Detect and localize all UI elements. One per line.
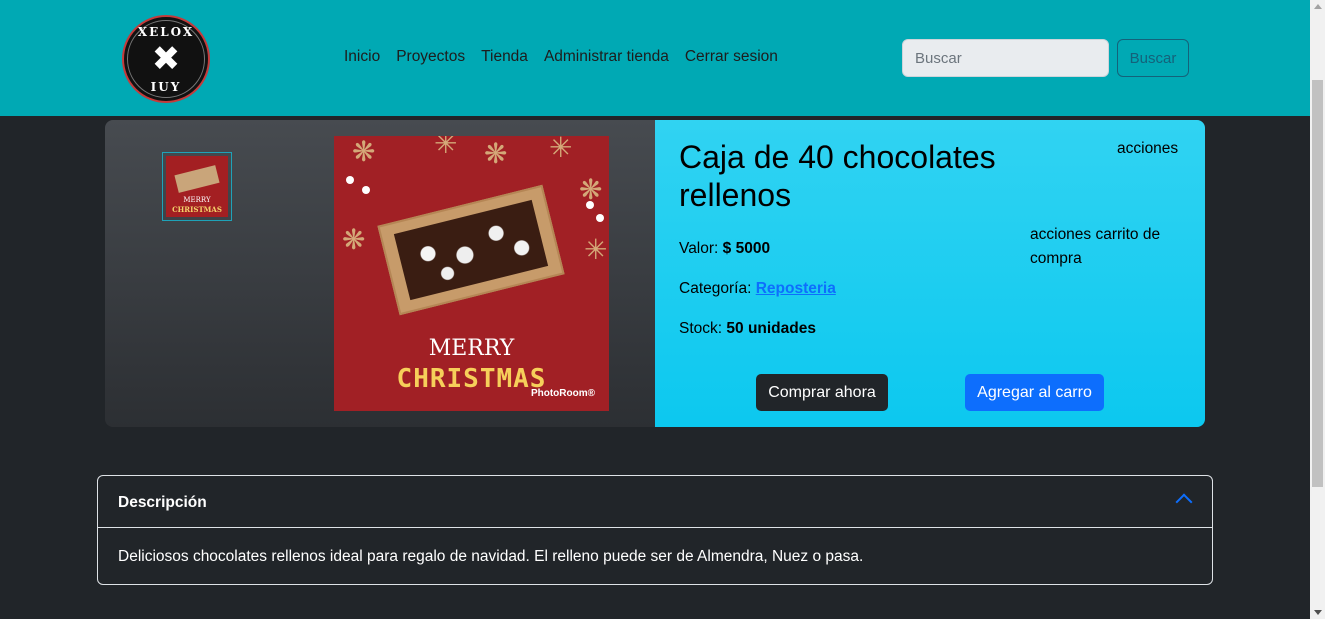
pine-branch-icon: ❋	[342, 223, 366, 256]
product-title: Caja de 40 chocolates rellenos	[679, 139, 996, 213]
ornament-dot	[586, 201, 594, 209]
ornament-dot	[596, 214, 604, 222]
scroll-up-arrow-icon[interactable]	[1314, 4, 1322, 9]
category-link[interactable]: Reposteria	[756, 280, 836, 297]
scroll-thumb[interactable]	[1312, 80, 1323, 487]
chocolate-box-graphic	[377, 184, 565, 316]
price-row: Valor: $ 5000	[679, 240, 770, 258]
logo-top-text: XELOX	[137, 25, 195, 39]
pine-branch-icon: ✳	[549, 136, 573, 164]
accordion-title: Descripción	[118, 494, 207, 511]
accordion-header[interactable]: Descripción	[98, 476, 1212, 528]
pine-branch-icon: ❋	[579, 173, 603, 206]
nav-link-proyectos[interactable]: Proyectos	[396, 48, 465, 66]
pine-branch-icon: ✳	[434, 136, 458, 160]
product-info: Caja de 40 chocolates rellenos acciones …	[655, 120, 1205, 427]
buy-now-button[interactable]: Comprar ahora	[756, 374, 888, 411]
thumbnail-image: MERRY CHRISTMAS	[166, 156, 228, 217]
product-gallery: MERRY CHRISTMAS ❋ ✳ ❋ ✳ ❋ ✳ ❋ MERRY CHRI…	[105, 120, 655, 427]
stock-row: Stock: 50 unidades	[679, 320, 816, 338]
acciones-carrito-label: acciones carrito de compra	[1030, 226, 1161, 267]
nav-link-cerrar-sesion[interactable]: Cerrar sesion	[685, 48, 778, 66]
thumbnail-text-christmas: CHRISTMAS	[172, 205, 222, 214]
thumbnail-box-graphic	[174, 165, 220, 193]
description-accordion: Descripción Deliciosos chocolates rellen…	[97, 475, 1213, 585]
nav-link-inicio[interactable]: Inicio	[344, 48, 380, 66]
image-text-merry: MERRY	[428, 336, 515, 361]
page-scrollbar[interactable]	[1310, 0, 1325, 619]
product-thumbnail[interactable]: MERRY CHRISTMAS	[162, 152, 232, 221]
search-input[interactable]	[902, 39, 1109, 77]
product-card: MERRY CHRISTMAS ❋ ✳ ❋ ✳ ❋ ✳ ❋ MERRY CHRI…	[105, 120, 1205, 427]
add-to-cart-button[interactable]: Agregar al carro	[965, 374, 1104, 411]
pine-branch-icon: ❋	[352, 136, 376, 168]
category-label: Categoría:	[679, 280, 752, 297]
nav-link-administrar-tienda[interactable]: Administrar tienda	[544, 48, 669, 66]
pine-branch-icon: ✳	[584, 233, 608, 266]
brand-logo[interactable]: XELOX ✖ IUY	[122, 15, 210, 103]
stock-value: 50 unidades	[726, 320, 816, 337]
logo-x-icon: ✖	[151, 39, 181, 79]
chocolates-graphic	[393, 199, 549, 301]
category-row: Categoría: Reposteria	[679, 280, 836, 298]
price-value: $ 5000	[722, 240, 771, 257]
nav-links: Inicio Proyectos Tienda Administrar tien…	[344, 48, 778, 66]
ornament-dot	[346, 176, 354, 184]
logo-bottom-text: IUY	[150, 80, 182, 94]
pine-branch-icon: ❋	[484, 137, 508, 170]
scroll-down-arrow-icon[interactable]	[1314, 610, 1322, 615]
accordion-body: Deliciosos chocolates rellenos ideal par…	[118, 548, 864, 565]
stock-label: Stock:	[679, 320, 723, 337]
chevron-up-icon[interactable]	[1175, 493, 1193, 511]
thumbnail-text-merry: MERRY	[183, 196, 211, 204]
acciones-label: acciones	[1117, 140, 1179, 157]
search-button[interactable]: Buscar	[1117, 39, 1189, 77]
price-label: Valor:	[679, 240, 719, 257]
nav-link-tienda[interactable]: Tienda	[481, 48, 528, 66]
image-watermark: PhotoRoom®	[530, 388, 595, 399]
product-main-image: ❋ ✳ ❋ ✳ ❋ ✳ ❋ MERRY CHRISTMAS PhotoRoom®	[334, 136, 609, 411]
navbar: XELOX ✖ IUY Inicio Proyectos Tienda Admi…	[0, 0, 1310, 116]
ornament-dot	[362, 186, 370, 194]
